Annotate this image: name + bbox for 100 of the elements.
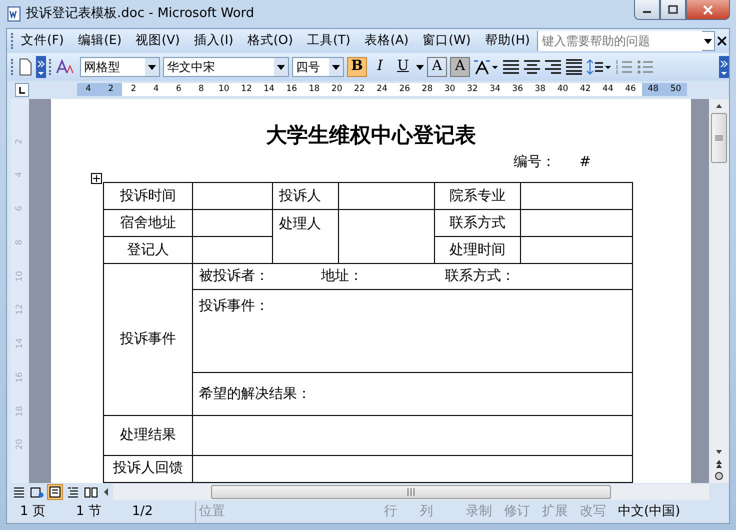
close-button[interactable] xyxy=(686,0,730,20)
menu-item[interactable]: 工具(T) xyxy=(300,31,358,50)
ruler-number: 14 xyxy=(262,83,276,96)
ruler-number: 26 xyxy=(398,83,412,96)
align-center-icon[interactable] xyxy=(523,58,541,76)
toolbar-grip[interactable] xyxy=(11,32,14,48)
menu-item[interactable]: 格式(O) xyxy=(240,31,300,50)
table-move-handle-icon[interactable] xyxy=(91,173,102,184)
numbering-icon[interactable] xyxy=(615,58,633,76)
ruler-number: 2 xyxy=(100,83,122,96)
new-document-icon[interactable] xyxy=(17,58,33,76)
maximize-icon xyxy=(668,5,678,14)
ruler-number: 20 xyxy=(330,83,344,96)
print-layout-icon[interactable] xyxy=(47,484,63,500)
ruler-number: 42 xyxy=(578,83,592,96)
character-border-button[interactable]: A xyxy=(427,56,447,76)
status-item: 列 xyxy=(419,503,434,522)
ruler-number: 16 xyxy=(14,372,26,383)
field-label: 投诉事件 xyxy=(104,264,192,416)
status-item: 修订 xyxy=(503,503,531,522)
document-heading: 大学生维权中心登记表 xyxy=(265,120,477,148)
toolbar-options-icon[interactable] xyxy=(36,56,46,78)
ruler-number: 12 xyxy=(240,83,253,96)
ruler-number: 40 xyxy=(556,83,570,96)
menu-item[interactable]: 表格(A) xyxy=(357,31,416,50)
number-value: # xyxy=(579,153,591,172)
status-item: 扩展 xyxy=(541,503,569,522)
field-label: 联系方式 xyxy=(434,210,520,236)
bold-button[interactable]: B xyxy=(347,56,367,76)
status-item: 改写 xyxy=(579,503,607,522)
close-icon xyxy=(703,4,713,14)
toolbar-grip[interactable] xyxy=(49,58,52,74)
ruler-number: 44 xyxy=(602,83,614,96)
ruler-number: 10 xyxy=(14,270,26,282)
ruler-number: 8 xyxy=(14,239,26,245)
character-scaling-icon[interactable] xyxy=(473,58,499,76)
ruler-number: 18 xyxy=(308,83,321,96)
ruler-number: 34 xyxy=(488,83,502,96)
menu-item[interactable]: 帮助(H) xyxy=(478,31,537,50)
help-search-field[interactable]: 键入需要帮助的问题 xyxy=(536,30,716,50)
italic-button[interactable]: I xyxy=(370,56,390,76)
distributed-align-icon[interactable] xyxy=(565,58,583,76)
status-item: 1 页 xyxy=(19,503,46,522)
style-dropdown[interactable]: 网格型 xyxy=(80,56,160,76)
menu-item[interactable]: 视图(V) xyxy=(128,31,187,50)
menu-item[interactable]: 编辑(E) xyxy=(70,31,129,50)
tab-stop-icon[interactable] xyxy=(15,82,29,96)
line-spacing-icon[interactable] xyxy=(586,58,612,76)
number-label: 编号： xyxy=(513,153,556,172)
field-label: 被投诉者： xyxy=(199,267,269,286)
word-document-icon xyxy=(6,6,22,22)
menu-item[interactable]: 文件(F) xyxy=(14,31,71,50)
close-icon[interactable] xyxy=(715,34,729,48)
ruler-number: 12 xyxy=(14,304,26,316)
ruler-number: 4 xyxy=(77,83,100,96)
ruler-number: 24 xyxy=(376,83,388,96)
menu-item[interactable]: 插入(I) xyxy=(186,31,240,50)
browse-object-icon[interactable] xyxy=(714,471,724,481)
grip-icon xyxy=(407,488,415,496)
window-title: 投诉登记表模板.doc - Microsoft Word xyxy=(26,5,254,23)
ruler-number: 30 xyxy=(443,83,456,96)
field-label: 登记人 xyxy=(104,236,192,264)
field-label: 处理结果 xyxy=(104,416,192,456)
font-size-dropdown[interactable]: 四号 xyxy=(292,56,344,76)
menu-item[interactable]: 窗口(W) xyxy=(416,31,478,50)
scrollbar-thumb[interactable] xyxy=(211,485,611,499)
font-dropdown[interactable]: 华文中宋 xyxy=(163,56,289,76)
bullets-icon[interactable] xyxy=(636,58,654,76)
field-label: 宿舍地址 xyxy=(104,210,192,236)
ruler-number: 50 xyxy=(664,83,688,96)
field-label: 地址： xyxy=(321,267,363,286)
ruler-number: 48 xyxy=(642,83,664,96)
status-item: 行 xyxy=(383,503,398,522)
ruler-number: 6 xyxy=(174,83,182,96)
scrollbar-thumb[interactable] xyxy=(711,112,727,162)
status-item: 录制 xyxy=(465,503,493,522)
align-right-icon[interactable] xyxy=(544,58,562,76)
field-label: 投诉人 xyxy=(272,182,338,210)
field-label: 院系专业 xyxy=(434,182,520,210)
previous-page-icon[interactable] xyxy=(714,459,724,469)
field-label: 投诉事件： xyxy=(192,290,632,372)
ruler-number: 8 xyxy=(198,83,205,96)
ruler-number: 28 xyxy=(420,83,434,96)
ruler-number: 38 xyxy=(534,83,547,96)
ruler-number: 46 xyxy=(624,83,637,96)
character-shading-button[interactable]: A xyxy=(450,56,470,76)
ruler-number: 18 xyxy=(14,405,26,416)
ruler-number: 22 xyxy=(353,83,366,96)
underline-button[interactable]: U xyxy=(393,56,413,76)
field-label: 处理时间 xyxy=(434,236,520,264)
toolbar-options-icon[interactable] xyxy=(719,56,729,78)
minimize-button[interactable] xyxy=(634,0,660,20)
field-label: 投诉时间 xyxy=(104,182,192,210)
align-justify-icon[interactable] xyxy=(502,58,520,76)
field-label: 联系方式： xyxy=(445,267,515,286)
maximize-button[interactable] xyxy=(660,0,686,20)
field-label: 希望的解决结果： xyxy=(192,372,632,416)
ruler-number: 36 xyxy=(511,83,524,96)
toolbar-grip[interactable] xyxy=(11,58,14,74)
status-item: 1/2 xyxy=(131,503,154,522)
